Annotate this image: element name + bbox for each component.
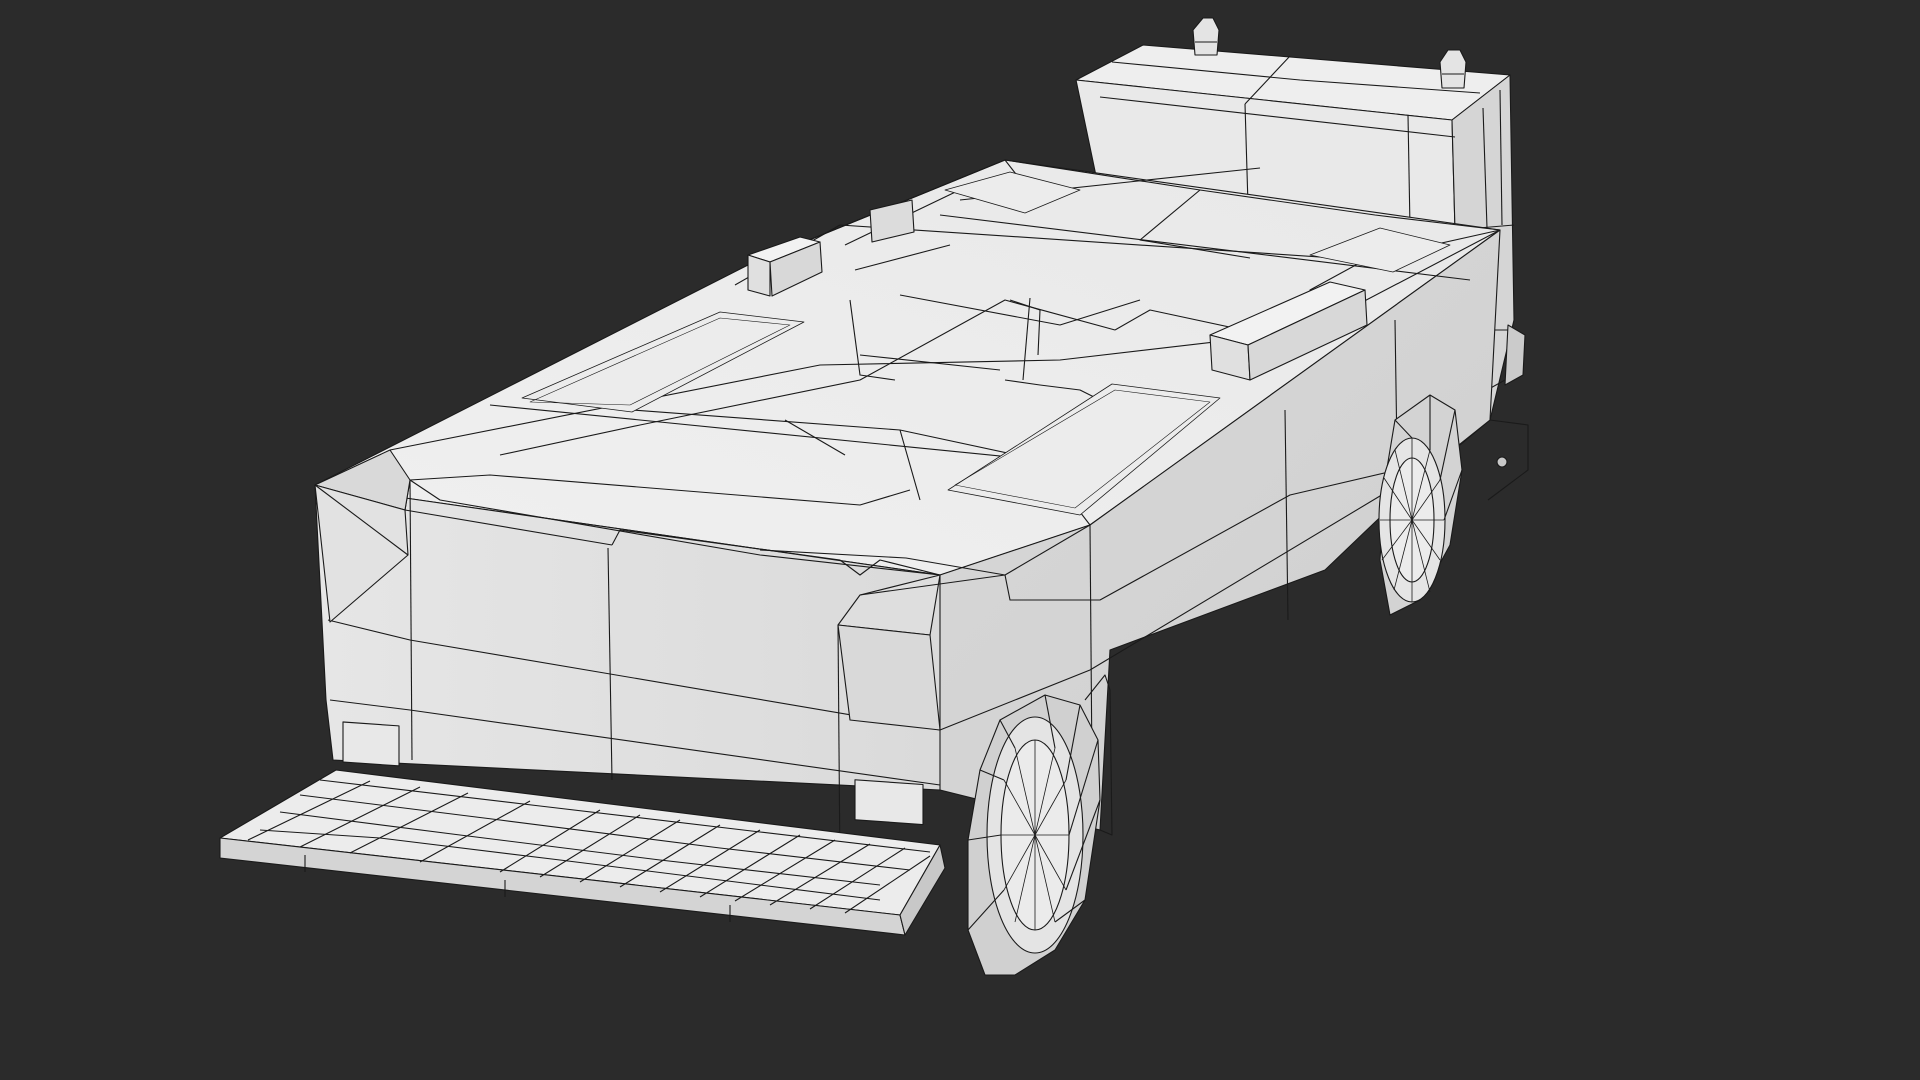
cargo-box <box>314 159 1501 871</box>
3d-viewport[interactable] <box>0 0 1920 1080</box>
roof-light-left <box>1192 17 1220 56</box>
roof-light-right <box>1439 49 1467 89</box>
tail-light-right <box>854 779 924 826</box>
tail-light-left <box>342 721 400 767</box>
rear-bumper-step <box>219 769 946 936</box>
truck-wireframe-render <box>219 17 1529 976</box>
